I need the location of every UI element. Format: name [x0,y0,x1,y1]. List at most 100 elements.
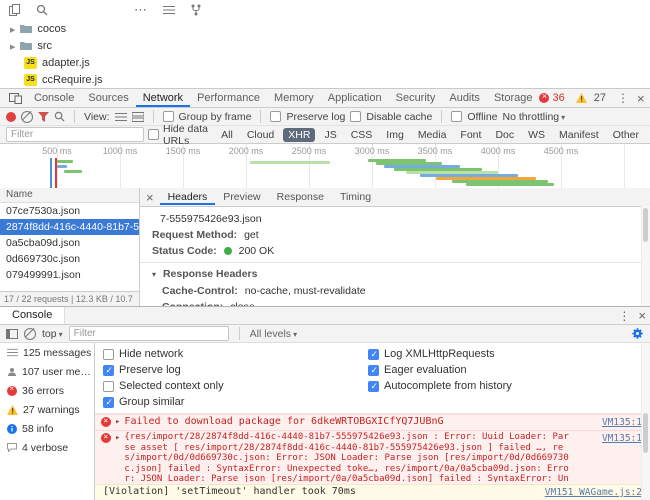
view-list-icon[interactable] [115,112,127,122]
filter-type-doc[interactable]: Doc [490,128,519,142]
expand-triangle-icon[interactable] [10,40,15,52]
setting-selected-context-only[interactable]: Selected context only [103,378,368,394]
console-filter-input[interactable] [69,326,229,341]
offline-checkbox[interactable] [451,111,462,122]
tab-security[interactable]: Security [389,90,443,107]
tab-memory[interactable]: Memory [267,90,321,107]
request-row-selected[interactable]: 2874f8dd-416c-4440-81b7-5... [0,219,139,235]
tab-timing[interactable]: Timing [332,189,379,205]
filter-type-xhr[interactable]: XHR [283,128,315,142]
filter-type-cloud[interactable]: Cloud [242,128,279,142]
filter-type-css[interactable]: CSS [346,128,378,142]
eager-evaluation-checkbox[interactable] [368,365,379,376]
search-icon[interactable] [36,4,48,16]
tab-audits[interactable]: Audits [442,90,487,107]
network-overview-timeline[interactable]: 500 ms 1000 ms 1500 ms 2000 ms 2500 ms 3… [0,144,650,189]
filter-type-media[interactable]: Media [413,128,452,142]
console-settings-gear-icon[interactable] [631,327,644,340]
tab-network[interactable]: Network [136,90,190,107]
clear-icon[interactable] [21,111,33,123]
clear-console-icon[interactable] [24,328,36,340]
filter-type-font[interactable]: Font [455,128,486,142]
setting-autocomplete-from-history[interactable]: Autocomplete from history [368,378,512,394]
more-icon[interactable] [134,2,147,18]
log-xmlhttprequests-checkbox[interactable] [368,349,379,360]
filter-funnel-icon[interactable] [38,112,49,122]
group-similar-checkbox[interactable] [103,397,114,408]
preserve-log-checkbox[interactable] [270,111,281,122]
log-levels-dropdown[interactable]: All levels [250,328,297,340]
kebab-menu-icon[interactable] [613,91,633,105]
kebab-menu-icon[interactable] [614,309,634,323]
throttling-dropdown[interactable]: No throttling [503,111,566,123]
source-link[interactable]: VM135:1 [602,417,642,429]
filter-type-manifest[interactable]: Manifest [554,128,604,142]
tab-performance[interactable]: Performance [190,90,267,107]
record-button[interactable] [6,112,16,122]
requests-name-header[interactable]: Name [0,188,139,203]
search-icon[interactable] [54,111,65,122]
preserve-log-checkbox[interactable] [103,365,114,376]
sidebar-item-user-messages[interactable]: 107 user messages [0,362,94,381]
tab-preview[interactable]: Preview [215,189,268,205]
sidebar-item-errors[interactable]: 36 errors [0,381,94,400]
sidebar-item-all-messages[interactable]: 125 messages [0,343,94,362]
collapse-triangle-icon[interactable] [152,268,160,280]
scrollbar-thumb[interactable] [643,208,648,242]
setting-group-similar[interactable]: Group similar [103,394,368,410]
source-link[interactable]: VM135:1 [602,433,642,445]
view-large-rows-icon[interactable] [132,112,144,122]
list-icon[interactable] [163,5,175,15]
scrollbar-thumb[interactable] [643,413,648,453]
hide-network-checkbox[interactable] [103,349,114,360]
tab-sources[interactable]: Sources [81,90,135,107]
request-row[interactable]: 079499991.json [0,267,139,283]
copy-icon[interactable] [9,4,20,16]
tree-item-file[interactable]: JS adapter.js [0,54,650,71]
tree-item-file[interactable]: JS ccRequire.js [0,71,650,88]
filter-type-img[interactable]: Img [381,128,409,142]
request-row[interactable]: 07ce7530a.json [0,203,139,219]
setting-log-xmlhttprequests[interactable]: Log XMLHttpRequests [368,346,512,362]
tab-application[interactable]: Application [321,90,389,107]
console-message-error[interactable]: Failed to download package for 6dkeWRTOB… [95,414,650,430]
filter-type-ws[interactable]: WS [523,128,550,142]
tree-item-folder[interactable]: src [0,37,650,54]
setting-hide-network[interactable]: Hide network [103,346,368,362]
fork-icon[interactable] [191,4,201,16]
tab-storage[interactable]: Storage [487,90,540,107]
context-dropdown[interactable]: top [42,328,63,340]
expand-triangle-icon[interactable] [115,416,120,428]
scrollbar[interactable] [641,206,650,306]
tab-headers[interactable]: Headers [160,189,216,205]
console-message-error-object[interactable]: {res/import/28/2874f8dd-416c-4440-81b7-5… [95,430,650,484]
tab-console-drawer[interactable]: Console [0,307,65,324]
sidebar-item-warnings[interactable]: 27 warnings [0,400,94,419]
close-icon[interactable] [634,308,650,323]
request-row[interactable]: 0a5cba09d.json [0,235,139,251]
filter-type-other[interactable]: Other [608,128,644,142]
scrollbar[interactable] [641,343,650,500]
expand-triangle-icon[interactable] [115,432,120,444]
tab-response[interactable]: Response [269,189,332,205]
console-message-violation[interactable]: [Violation] 'setTimeout' handler took 70… [95,484,650,500]
response-headers-title[interactable]: Response Headers [163,268,258,280]
close-icon[interactable] [633,91,649,106]
sidebar-item-info[interactable]: 58 info [0,419,94,438]
filter-type-all[interactable]: All [216,128,238,142]
setting-preserve-log[interactable]: Preserve log [103,362,368,378]
close-details-icon[interactable] [140,190,160,205]
selected-context-only-checkbox[interactable] [103,381,114,392]
tree-item-folder[interactable]: cocos [0,20,650,37]
source-link[interactable]: VM151 WAGame.js:2 [545,487,642,499]
disable-cache-checkbox[interactable] [350,111,361,122]
filter-type-js[interactable]: JS [319,128,341,142]
hide-data-urls-checkbox[interactable] [148,129,159,140]
expand-triangle-icon[interactable] [10,23,15,35]
group-by-frame-checkbox[interactable] [163,111,174,122]
autocomplete-from-history-checkbox[interactable] [368,381,379,392]
request-row[interactable]: 0d669730c.json [0,251,139,267]
network-filter-input[interactable] [6,127,144,142]
tab-console[interactable]: Console [27,90,81,107]
setting-eager-evaluation[interactable]: Eager evaluation [368,362,512,378]
